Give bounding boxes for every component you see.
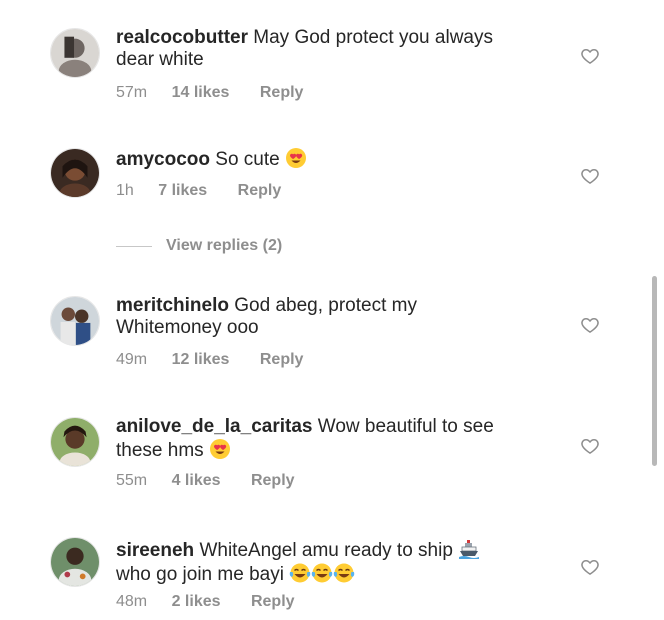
comment-meta: 48m 2 likes Reply: [116, 593, 295, 611]
comment-meta: 57m 14 likes Reply: [116, 84, 303, 102]
comment-text: amycocoo So cute: [116, 147, 536, 171]
scrollbar[interactable]: [652, 276, 657, 466]
comment-body: So cute: [215, 149, 280, 170]
comment-body-continued: these hms: [116, 440, 204, 461]
heart-outline-icon[interactable]: [580, 46, 600, 66]
comment-meta: 1h 7 likes Reply: [116, 182, 281, 200]
avatar[interactable]: [50, 537, 100, 587]
reply-button[interactable]: Reply: [260, 84, 304, 102]
reply-button[interactable]: Reply: [260, 351, 304, 369]
heart-eyes-emoji: [209, 438, 231, 460]
comment-likes[interactable]: 12 likes: [172, 351, 230, 369]
comment-body: WhiteAngel amu ready to ship: [199, 540, 453, 561]
heart-eyes-emoji: [285, 147, 307, 169]
heart-outline-icon[interactable]: [580, 166, 600, 186]
comment-body-continued: Whitemoney ooo: [116, 317, 259, 338]
heart-outline-icon[interactable]: [580, 557, 600, 577]
ship-emoji: [458, 538, 480, 560]
heart-outline-icon[interactable]: [580, 315, 600, 335]
avatar-photo-icon: [51, 418, 99, 466]
view-replies-label: View replies (2): [166, 237, 283, 254]
view-replies-button[interactable]: View replies (2): [116, 236, 282, 256]
comment-time: 49m: [116, 351, 148, 368]
reply-button[interactable]: Reply: [251, 472, 295, 490]
comment-username[interactable]: realcocobutter: [116, 27, 248, 48]
comment-time: 57m: [116, 84, 148, 101]
avatar[interactable]: [50, 148, 100, 198]
tears-of-joy-emoji: [311, 562, 333, 584]
comments-screen: realcocobutter May God protect you alway…: [0, 0, 664, 620]
comment-body-continued: dear white: [116, 49, 204, 70]
comment-likes[interactable]: 4 likes: [172, 472, 221, 490]
avatar[interactable]: [50, 417, 100, 467]
comment-body: Wow beautiful to see: [317, 416, 494, 437]
comment-meta: 49m 12 likes Reply: [116, 351, 303, 369]
comment-body: God abeg, protect my: [234, 295, 417, 316]
tears-of-joy-emoji: [333, 562, 355, 584]
avatar-photo-icon: [51, 538, 99, 586]
comment-time: 48m: [116, 593, 148, 610]
comment-time: 1h: [116, 182, 134, 199]
comment-meta: 55m 4 likes Reply: [116, 472, 295, 490]
comment-body: May God protect you always: [253, 27, 493, 48]
tears-of-joy-emoji: [289, 562, 311, 584]
comment-body-continued: who go join me bayi: [116, 564, 284, 585]
avatar[interactable]: [50, 28, 100, 78]
comment-likes[interactable]: 7 likes: [158, 182, 207, 200]
comment-text: sireeneh WhiteAngel amu ready to ship wh…: [116, 538, 536, 586]
comment-text: realcocobutter May God protect you alway…: [116, 27, 536, 71]
comment-likes[interactable]: 14 likes: [172, 84, 230, 102]
comment-username[interactable]: anilove_de_la_caritas: [116, 416, 312, 437]
reply-button[interactable]: Reply: [238, 182, 282, 200]
comment-username[interactable]: meritchinelo: [116, 295, 229, 316]
divider-line: [116, 245, 152, 247]
avatar-photo-icon: [51, 29, 99, 77]
comment-time: 55m: [116, 472, 148, 489]
comment-username[interactable]: sireeneh: [116, 540, 194, 561]
comment-text: anilove_de_la_caritas Wow beautiful to s…: [116, 416, 536, 462]
heart-outline-icon[interactable]: [580, 436, 600, 456]
avatar-photo-icon: [51, 149, 99, 197]
comment-text: meritchinelo God abeg, protect my Whitem…: [116, 295, 536, 339]
avatar[interactable]: [50, 296, 100, 346]
reply-button[interactable]: Reply: [251, 593, 295, 611]
avatar-photo-icon: [51, 297, 99, 345]
comment-username[interactable]: amycocoo: [116, 149, 210, 170]
comment-likes[interactable]: 2 likes: [172, 593, 221, 611]
